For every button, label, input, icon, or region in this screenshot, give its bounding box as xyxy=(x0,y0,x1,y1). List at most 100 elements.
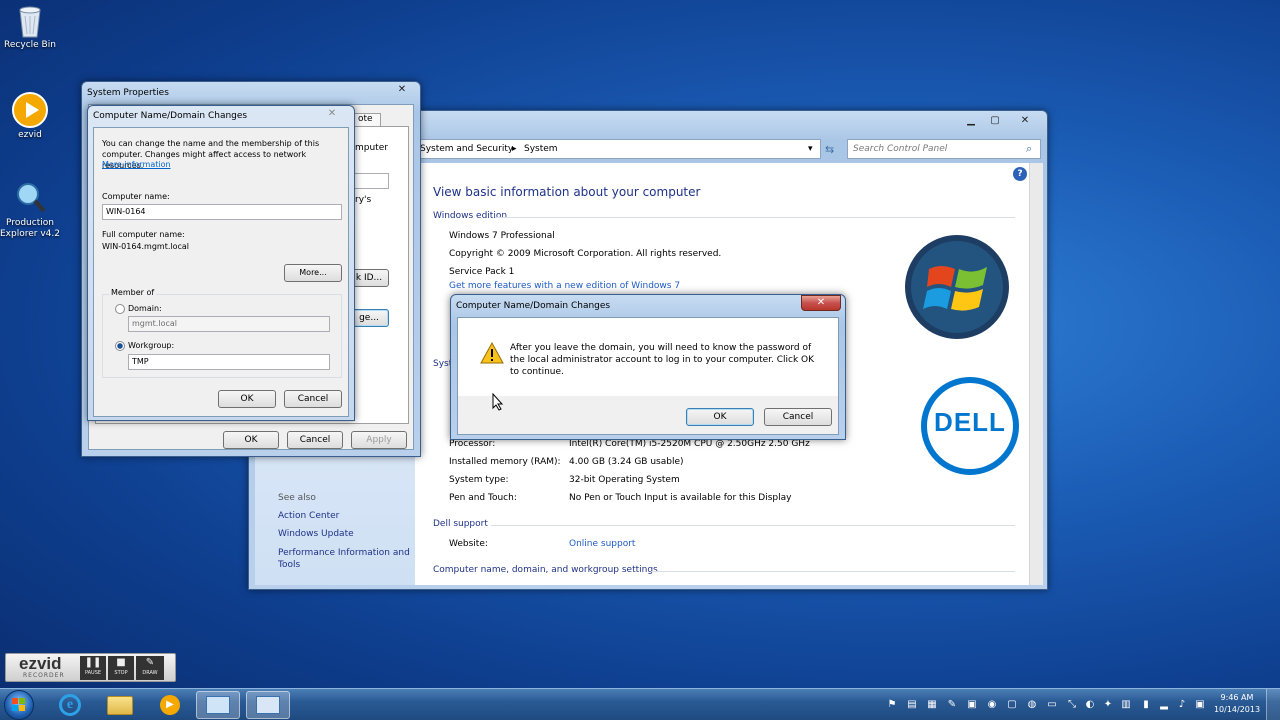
battery-icon[interactable]: ▮ xyxy=(1140,699,1152,711)
tray-icon[interactable]: ▤ xyxy=(906,699,918,711)
processor-label: Processor: xyxy=(449,439,496,449)
ok-button[interactable]: OK xyxy=(686,408,754,426)
copyright-text: Copyright © 2009 Microsoft Corporation. … xyxy=(449,249,722,259)
stop-button[interactable]: ■ STOP xyxy=(108,656,134,680)
workgroup-input[interactable]: TMP xyxy=(128,354,330,370)
computer-name-input[interactable]: WIN-0164 xyxy=(102,204,342,220)
breadcrumb-system-security[interactable]: System and Security xyxy=(420,144,513,154)
link-performance-info[interactable]: Performance Information and Tools xyxy=(278,547,413,571)
control-panel-icon xyxy=(206,696,230,714)
memory-label: Installed memory (RAM): xyxy=(449,457,561,467)
dell-logo: DELL xyxy=(921,377,1019,475)
desktop-icon-label: Production Explorer v4.2 xyxy=(0,218,60,239)
change-button-partial[interactable]: ge... xyxy=(349,309,389,327)
link-windows-update[interactable]: Windows Update xyxy=(278,529,354,539)
refresh-icon[interactable]: ⇆ xyxy=(825,143,834,156)
tray-icon[interactable]: ▢ xyxy=(1006,699,1018,711)
tray-icon[interactable]: ◉ xyxy=(986,699,998,711)
divider xyxy=(651,571,1015,572)
show-desktop-button[interactable] xyxy=(1266,689,1280,720)
search-box[interactable]: Search Control Panel ⌕ xyxy=(847,139,1041,159)
maximize-button[interactable]: ▢ xyxy=(983,113,1007,129)
address-dropdown-icon[interactable]: ▾ xyxy=(808,144,813,154)
action-center-flag-icon[interactable]: ⚑ xyxy=(886,699,898,711)
network-icon[interactable]: ▂ xyxy=(1158,699,1170,711)
tray-icon[interactable]: ▦ xyxy=(926,699,938,711)
volume-icon[interactable]: ♪ xyxy=(1176,699,1188,711)
tray-icon[interactable]: ◍ xyxy=(1026,699,1038,711)
taskbar-ezvid[interactable]: ▶ xyxy=(148,691,192,719)
cancel-button[interactable]: Cancel xyxy=(284,390,342,408)
pause-button[interactable]: ❚❚ PAUSE xyxy=(80,656,106,680)
draw-button[interactable]: ✎ DRAW xyxy=(136,656,164,680)
desktop-icon-recycle-bin[interactable]: Recycle Bin xyxy=(0,4,62,51)
tray-icon[interactable]: ▭ xyxy=(1046,699,1058,711)
full-name-value: WIN-0164.mgmt.local xyxy=(102,242,190,251)
cancel-button[interactable]: Cancel xyxy=(287,431,343,449)
close-button[interactable]: ✕ xyxy=(390,82,414,98)
tray-icon[interactable]: ⤡ xyxy=(1066,699,1078,711)
system-type-label: System type: xyxy=(449,475,509,485)
more-features-link[interactable]: Get more features with a new edition of … xyxy=(449,281,680,291)
address-bar[interactable]: System and Security ▸ System ▾ xyxy=(417,139,821,159)
pause-icon: ❚❚ xyxy=(84,657,102,668)
taskbar-windows-explorer[interactable] xyxy=(98,691,142,719)
internet-explorer-icon: e xyxy=(59,694,81,716)
close-button[interactable]: ✕ xyxy=(320,106,344,122)
computer-name-label: Computer name: xyxy=(102,192,170,201)
tab-remote-partial[interactable]: ote xyxy=(351,113,381,127)
network-id-button-partial[interactable]: k ID... xyxy=(349,269,389,287)
desktop-icon-production-explorer[interactable]: Production Explorer v4.2 xyxy=(0,180,62,240)
desktop-icon-ezvid[interactable]: ezvid xyxy=(0,92,62,141)
ok-button[interactable]: OK xyxy=(223,431,279,449)
taskbar-internet-explorer[interactable]: e xyxy=(48,691,92,719)
tray-icon[interactable]: ✦ xyxy=(1102,699,1114,711)
clock[interactable]: 9:46 AM 10/14/2013 xyxy=(1212,692,1262,716)
tray-icon[interactable]: ◐ xyxy=(1084,699,1096,711)
domain-input: mgmt.local xyxy=(128,316,330,332)
production-explorer-icon xyxy=(13,180,47,216)
close-button[interactable]: ✕ xyxy=(801,295,841,311)
alert-title: Computer Name/Domain Changes xyxy=(456,301,611,311)
processor-value: Intel(R) Core(TM) i5-2520M CPU @ 2.50GHz… xyxy=(569,439,810,449)
full-name-label: Full computer name: xyxy=(102,230,185,239)
draw-pencil-icon: ✎ xyxy=(145,657,155,668)
recycle-bin-icon xyxy=(17,4,43,38)
start-button[interactable] xyxy=(4,690,34,720)
ok-button[interactable]: OK xyxy=(218,390,276,408)
link-action-center[interactable]: Action Center xyxy=(278,511,339,521)
tray-icon[interactable]: ▥ xyxy=(1120,699,1132,711)
see-also-heading: See also xyxy=(278,493,316,503)
tray-icon[interactable]: ▣ xyxy=(1194,699,1206,711)
windows-edition-heading: Windows edition xyxy=(433,211,508,221)
name-changes-dialog: Computer Name/Domain Changes ✕ You can c… xyxy=(87,105,355,421)
alert-message: After you leave the domain, you will nee… xyxy=(510,343,815,377)
tray-icon[interactable]: ✎ xyxy=(946,699,958,711)
member-of-label: Member of xyxy=(109,288,157,297)
online-support-link[interactable]: Online support xyxy=(569,539,635,549)
dell-support-heading: Dell support xyxy=(433,519,488,529)
partial-field[interactable] xyxy=(349,173,389,189)
tray-icon[interactable]: ▣ xyxy=(966,699,978,711)
breadcrumb-separator-icon: ▸ xyxy=(512,144,517,154)
search-input[interactable]: Search Control Panel xyxy=(853,144,947,154)
partial-text: mputer xyxy=(355,143,388,153)
cancel-button[interactable]: Cancel xyxy=(764,408,832,426)
alert-body: After you leave the domain, you will nee… xyxy=(457,317,839,435)
minimize-button[interactable]: ▁ xyxy=(959,113,983,129)
more-button[interactable]: More... xyxy=(284,264,342,282)
workgroup-radio[interactable] xyxy=(115,341,125,351)
taskbar-control-panel[interactable] xyxy=(196,691,240,719)
desktop-icon-label: ezvid xyxy=(18,130,42,140)
system-type-value: 32-bit Operating System xyxy=(569,475,680,485)
taskbar-system-properties[interactable] xyxy=(246,691,290,719)
computer-name-heading: Computer name, domain, and workgroup set… xyxy=(433,565,658,575)
divider xyxy=(491,525,1015,526)
help-icon[interactable]: ? xyxy=(1013,167,1027,181)
vertical-scrollbar[interactable] xyxy=(1029,163,1043,585)
domain-radio[interactable] xyxy=(115,304,125,314)
close-button[interactable]: ✕ xyxy=(1013,113,1037,129)
breadcrumb-system[interactable]: System xyxy=(524,144,558,154)
windows-flag-icon xyxy=(12,698,25,711)
more-information-link[interactable]: More information xyxy=(102,160,171,169)
